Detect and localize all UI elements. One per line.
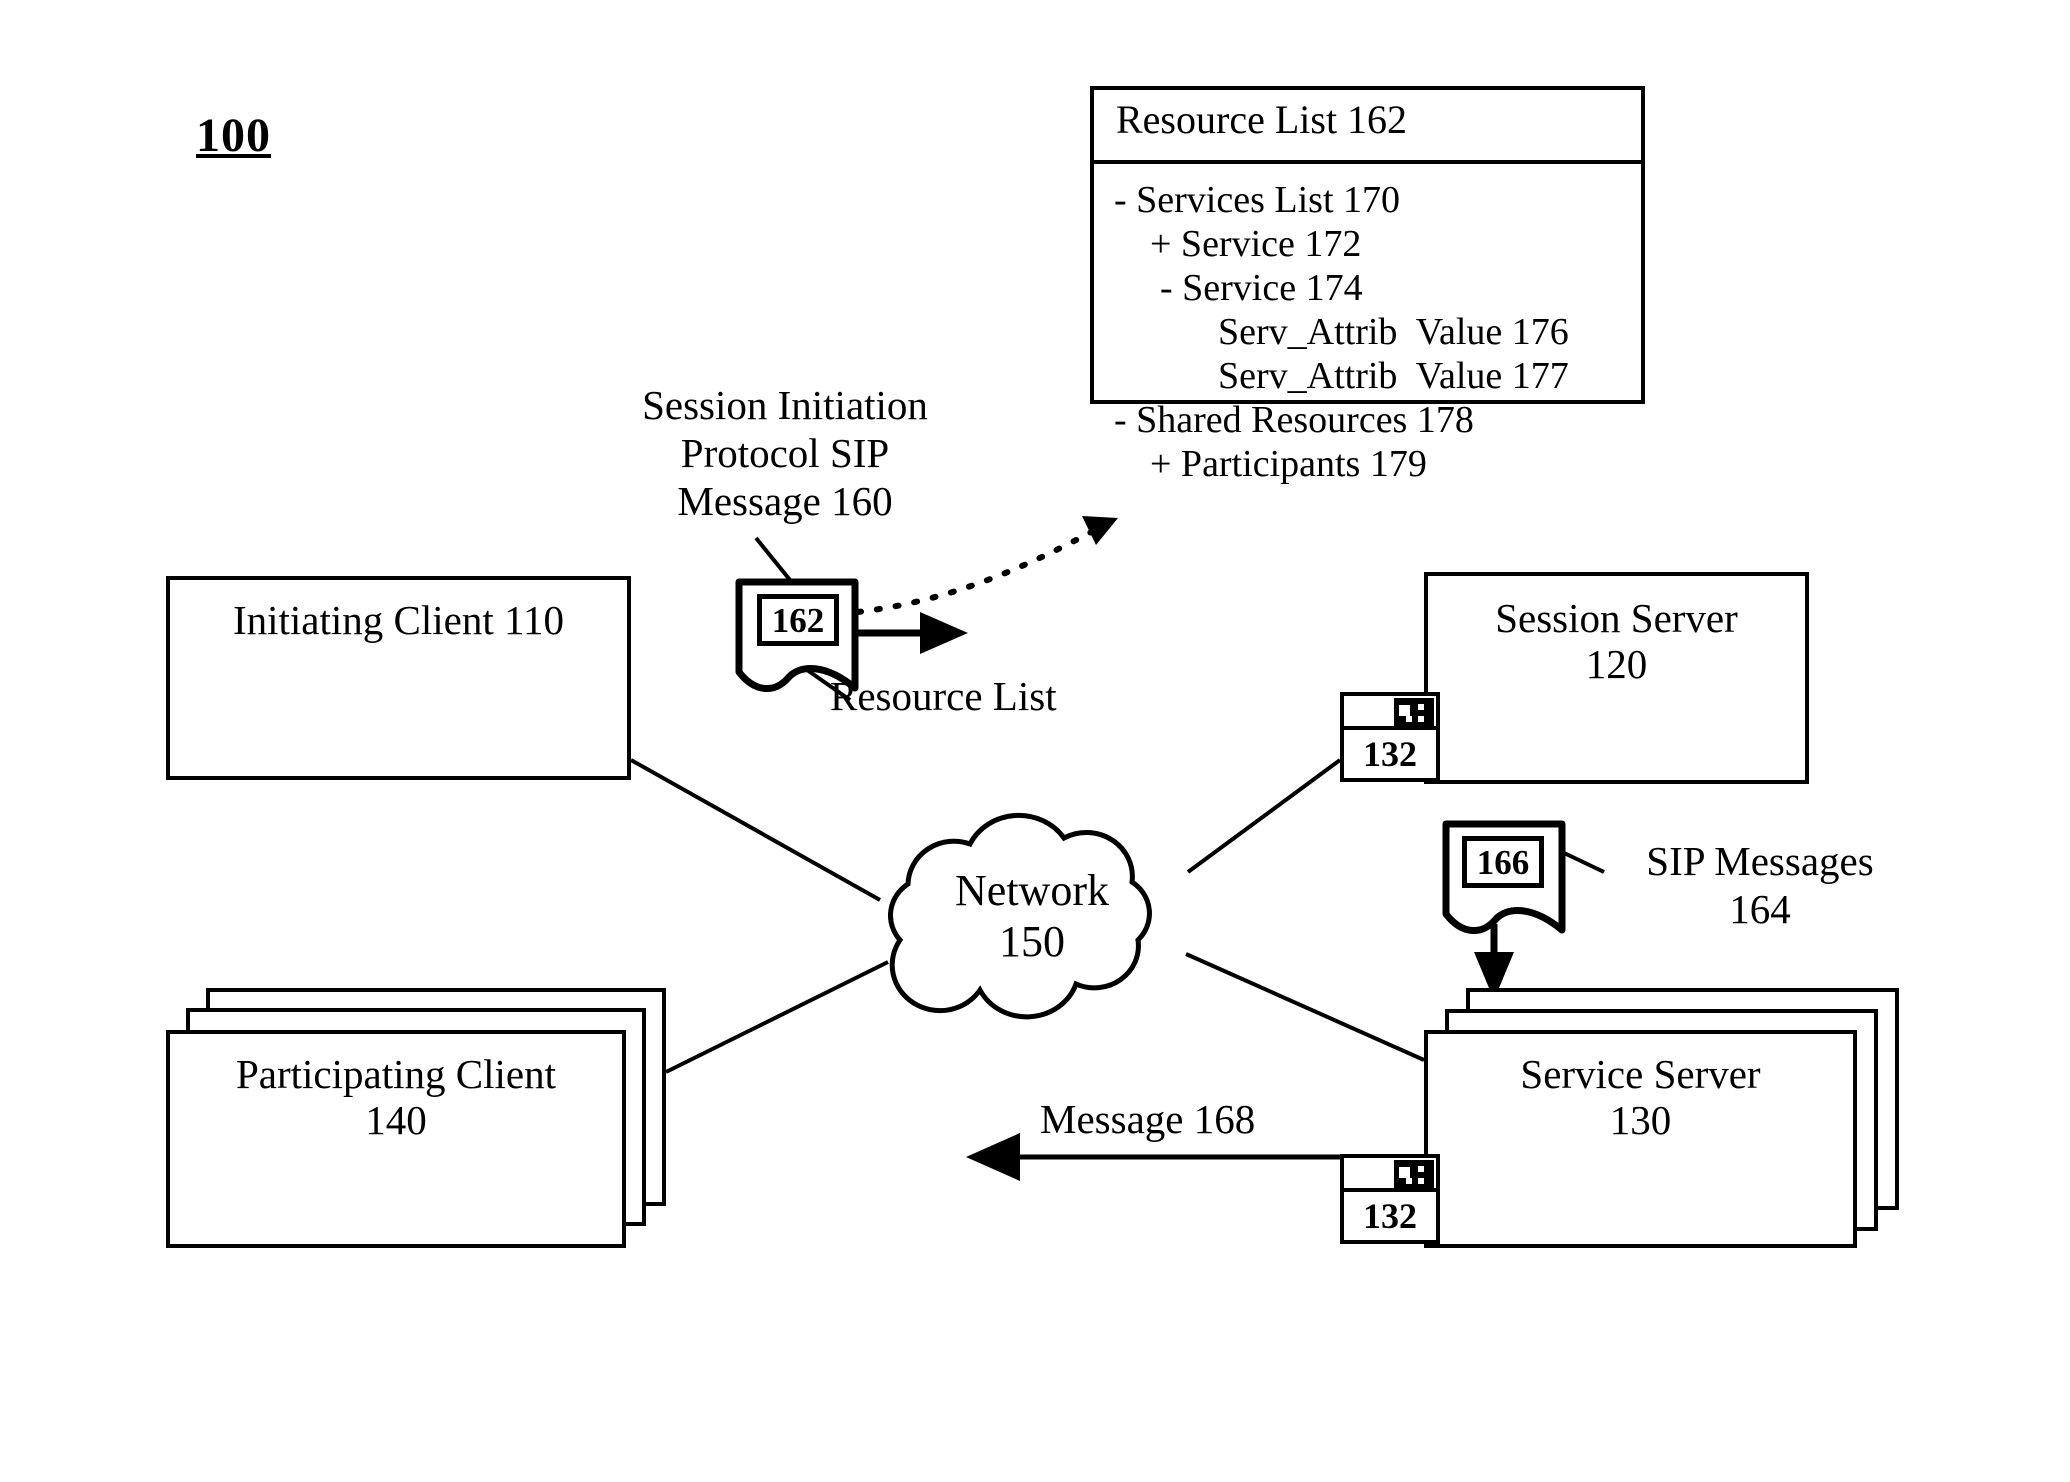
message-168-label: Message 168	[1040, 1096, 1256, 1142]
leader-sip-messages-label	[1561, 850, 1605, 874]
resource-list-header: Resource List 162	[1094, 90, 1641, 164]
resource-list-item: Serv_Attrib Value 176	[1218, 311, 1569, 353]
message-icon-166-number: 166	[1462, 836, 1544, 888]
adapter-indicator-icon	[1394, 1160, 1434, 1190]
figure-number: 100	[196, 109, 271, 162]
adapter-top-shell	[1340, 1154, 1440, 1192]
sip-message-160-label: Session Initiation Protocol SIP Message …	[642, 382, 928, 524]
link-session-server-to-network	[1186, 758, 1342, 874]
message-icon-162-number: 162	[757, 594, 839, 646]
resource-list-caption: Resource List	[830, 673, 1057, 719]
network-label: Network 150	[955, 866, 1109, 966]
link-participating-client-to-network	[665, 960, 889, 1074]
session-server-title: Session Server 120	[1495, 595, 1738, 687]
participating-client-stack-layer-1: Participating Client 140	[166, 1030, 626, 1248]
resource-list-item: + Participants 179	[1150, 443, 1427, 485]
resource-list-item: - Service 174	[1160, 267, 1363, 309]
link-service-server-to-network	[1185, 952, 1425, 1062]
session-server-node: Session Server 120	[1424, 572, 1809, 784]
resource-list-item: + Service 172	[1150, 223, 1362, 265]
message-168-arrow-head	[966, 1133, 1020, 1181]
service-server-title: Service Server 130	[1520, 1051, 1761, 1143]
initiating-client-node: Initiating Client 110	[166, 576, 631, 780]
leader-sip-message-label	[754, 536, 792, 582]
resource-list-item: - Shared Resources 178	[1114, 399, 1474, 441]
participating-client-title: Participating Client 140	[236, 1051, 556, 1143]
resource-list-items: - Services List 170 + Service 172 - Serv…	[1094, 164, 1641, 486]
link-initiating-client-to-network	[630, 758, 881, 902]
sip-messages-164-label: SIP Messages 164	[1646, 838, 1874, 932]
resource-list-item: - Services List 170	[1114, 179, 1401, 221]
resource-list-panel: Resource List 162 - Services List 170 + …	[1090, 86, 1645, 483]
adapter-top-shell	[1340, 692, 1440, 730]
resource-list-item: Serv_Attrib Value 177	[1218, 355, 1569, 397]
service-server-stack-layer-1: Service Server 130	[1424, 1030, 1857, 1248]
participating-client-node: Participating Client 140	[166, 988, 666, 1248]
adapter-indicator-icon	[1394, 698, 1434, 728]
session-server-adapter-132: 132	[1340, 692, 1442, 782]
message-icon-166: 166	[1442, 820, 1562, 930]
adapter-number: 132	[1340, 1188, 1440, 1244]
service-server-node: Service Server 130	[1424, 988, 1899, 1248]
adapter-number: 132	[1340, 726, 1440, 782]
service-server-adapter-132: 132	[1340, 1154, 1442, 1244]
msg-162-arrow-head	[920, 612, 968, 654]
dotted-link-arrowhead	[1082, 516, 1118, 545]
network-node: Network 150	[862, 818, 1202, 1018]
initiating-client-title: Initiating Client 110	[232, 597, 564, 643]
dotted-link-162-to-resource-list	[855, 519, 1113, 615]
patent-figure-100: 100 Resource List 162 - Services List 17…	[0, 0, 2070, 1482]
